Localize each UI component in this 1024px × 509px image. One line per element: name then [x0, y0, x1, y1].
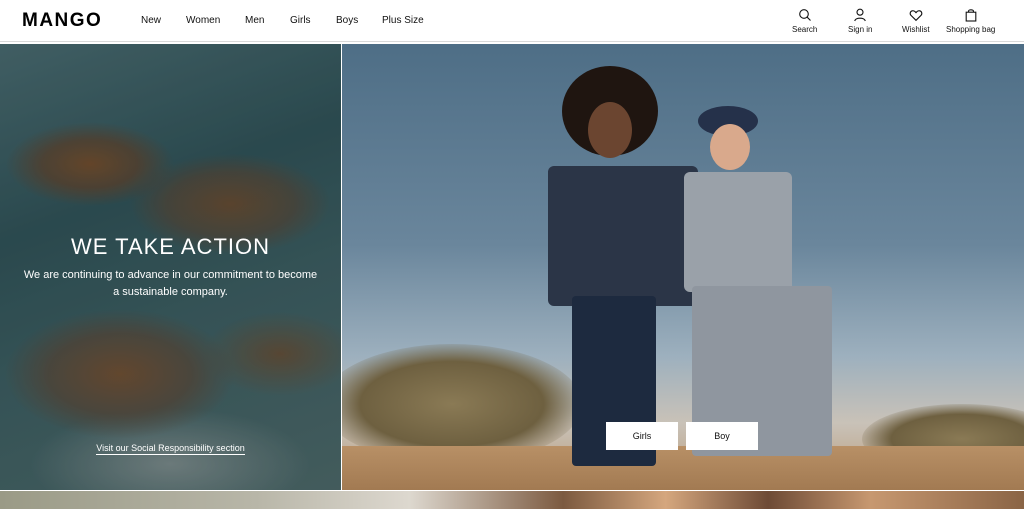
search-label: Search	[792, 25, 818, 34]
bag-icon	[965, 9, 977, 22]
mango-logo[interactable]: MANGO	[22, 10, 102, 32]
banner-subtitle: We are continuing to advance in our comm…	[23, 269, 318, 298]
social-responsibility-link-wrap: Visit our Social Responsibility section	[0, 438, 341, 456]
shopping-bag-label: Shopping bag	[946, 25, 996, 34]
wishlist-label: Wishlist	[902, 25, 930, 34]
next-section-preview	[0, 491, 1024, 509]
nav-item-new[interactable]: New	[141, 15, 161, 26]
search-button[interactable]: Search	[792, 8, 817, 34]
kid-face	[588, 102, 632, 158]
kid-jumpsuit-top	[684, 172, 792, 292]
sign-in-label: Sign in	[848, 25, 873, 34]
nav-item-girls[interactable]: Girls	[290, 15, 311, 26]
nav-item-plus-size[interactable]: Plus Size	[382, 15, 424, 26]
nav-item-women[interactable]: Women	[186, 15, 220, 26]
sustainability-banner[interactable]: WE TAKE ACTION We are continuing to adva…	[0, 44, 341, 490]
kid-boy-figure	[542, 66, 698, 466]
wishlist-button[interactable]: Wishlist	[902, 8, 930, 34]
shop-girls-button[interactable]: Girls	[606, 422, 678, 450]
search-icon	[798, 9, 811, 21]
site-header: MANGO New Women Men Girls Boys Plus Size…	[0, 0, 1024, 42]
shop-boy-button[interactable]: Boy	[686, 422, 758, 450]
social-responsibility-link[interactable]: Visit our Social Responsibility section	[96, 443, 245, 455]
heart-icon	[909, 10, 923, 22]
kids-banner[interactable]: Girls Boy	[342, 44, 1024, 490]
sign-in-button[interactable]: Sign in	[848, 8, 872, 34]
banner-title: WE TAKE ACTION	[71, 234, 270, 259]
nav-item-boys[interactable]: Boys	[336, 15, 358, 26]
kid-girl-figure	[672, 106, 842, 466]
nav-item-men[interactable]: Men	[245, 15, 264, 26]
user-icon	[854, 8, 866, 22]
kid-face-2	[710, 124, 750, 170]
shopping-bag-button[interactable]: Shopping bag	[946, 8, 995, 34]
